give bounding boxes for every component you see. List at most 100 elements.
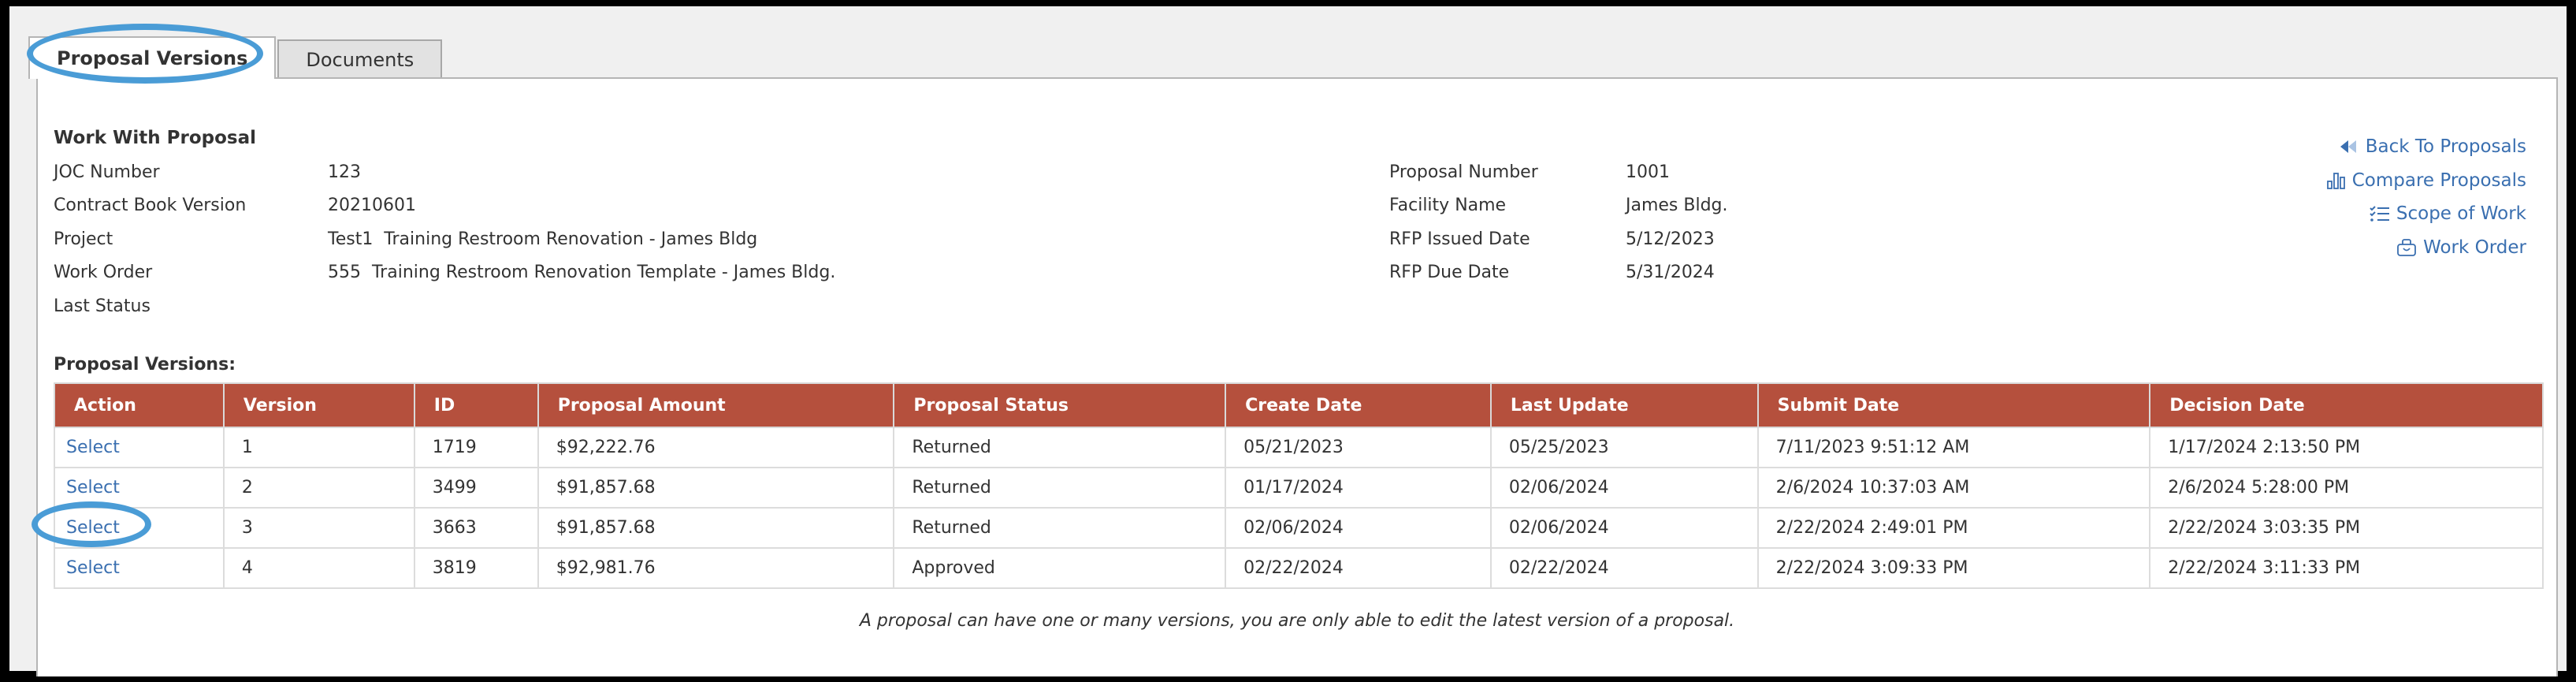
detail-label: JOC Number — [54, 162, 160, 182]
detail-label: RFP Due Date — [1389, 263, 1510, 283]
detail-label: Project — [54, 229, 113, 249]
select-link[interactable]: Select — [66, 558, 120, 578]
select-link[interactable]: Select — [66, 438, 120, 457]
detail-label: Contract Book Version — [54, 196, 247, 216]
cell-amount: $91,857.68 — [537, 467, 895, 509]
link-label: Work Order — [2423, 237, 2526, 258]
column-header-amount[interactable]: Proposal Amount — [537, 382, 895, 428]
detail-row: JOC Number 123 — [54, 155, 835, 189]
select-link[interactable]: Select — [66, 518, 120, 538]
cell-decision-date: 2/22/2024 3:11:33 PM — [2149, 547, 2544, 589]
back-rewind-icon — [2339, 139, 2359, 155]
cell-status: Returned — [893, 507, 1227, 549]
versions-table: Action Version ID Proposal Amount Propos… — [54, 382, 2544, 589]
details-right: Proposal Number 1001 Facility Name James B… — [1389, 155, 1728, 289]
table-row: Select 1 1719 $92,222.76 Returned 05/21/… — [54, 427, 2544, 468]
cell-submit-date: 2/6/2024 10:37:03 AM — [1756, 467, 2151, 509]
column-header-id[interactable]: ID — [413, 382, 539, 428]
cell-amount: $91,857.68 — [537, 507, 895, 549]
detail-row: Last Status — [54, 289, 835, 323]
cell-status: Approved — [893, 547, 1227, 589]
detail-label: Proposal Number — [1389, 162, 1538, 182]
column-header-submit-date[interactable]: Submit Date — [1756, 382, 2151, 428]
detail-row: RFP Issued Date 5/12/2023 — [1389, 222, 1728, 256]
cell-submit-date: 2/22/2024 2:49:01 PM — [1756, 507, 2151, 549]
cell-create-date: 02/06/2024 — [1225, 507, 1492, 549]
cell-submit-date: 2/22/2024 3:09:33 PM — [1756, 547, 2151, 589]
cell-submit-date: 7/11/2023 9:51:12 AM — [1756, 427, 2151, 468]
cell-id: 1719 — [413, 427, 539, 468]
detail-row: Proposal Number 1001 — [1389, 155, 1728, 189]
cell-version: 3 — [222, 507, 415, 549]
page-title: Work With Proposal — [54, 128, 256, 148]
column-header-status[interactable]: Proposal Status — [893, 382, 1227, 428]
table-row: Select 2 3499 $91,857.68 Returned 01/17/… — [54, 467, 2544, 509]
detail-label: Last Status — [54, 296, 151, 316]
column-header-version[interactable]: Version — [222, 382, 415, 428]
cell-decision-date: 2/22/2024 3:03:35 PM — [2149, 507, 2544, 549]
detail-row: RFP Due Date 5/31/2024 — [1389, 256, 1728, 290]
footnote: A proposal can have one or many versions… — [859, 611, 1735, 631]
table-row: Select 3 3663 $91,857.68 Returned 02/06/… — [54, 507, 2544, 549]
link-label: Back To Proposals — [2365, 136, 2526, 158]
cell-amount: $92,981.76 — [537, 547, 895, 589]
back-to-proposals-link[interactable]: Back To Proposals — [2327, 130, 2526, 164]
content-panel: Work With Proposal JOC Number 123 Contrac… — [36, 77, 2558, 676]
column-header-create-date[interactable]: Create Date — [1225, 382, 1492, 428]
detail-value: 1001 — [1626, 162, 1670, 182]
cell-decision-date: 2/6/2024 5:28:00 PM — [2149, 467, 2544, 509]
detail-label: Work Order — [54, 263, 153, 283]
tab-bar: Proposal Versions Documents — [28, 35, 444, 79]
detail-row: Facility Name James Bldg. — [1389, 189, 1728, 223]
detail-row: Work Order 555 Training Restroom Renovati… — [54, 256, 835, 290]
detail-value: 555 Training Restroom Renovation Templat… — [328, 263, 836, 283]
detail-value: Test1 Training Restroom Renovation - Jam… — [328, 229, 758, 249]
detail-value: 20210601 — [328, 196, 416, 216]
versions-title: Proposal Versions: — [54, 355, 236, 375]
tab-proposal-versions[interactable]: Proposal Versions — [28, 36, 277, 79]
work-order-link[interactable]: Work Order — [2327, 231, 2526, 265]
details-left: JOC Number 123 Contract Book Version 20210… — [54, 155, 835, 323]
cell-last-update: 02/06/2024 — [1489, 467, 1759, 509]
bar-chart-icon — [2326, 172, 2346, 189]
cell-id: 3819 — [413, 547, 539, 589]
cell-id: 3499 — [413, 467, 539, 509]
briefcase-icon — [2396, 238, 2417, 257]
cell-version: 2 — [222, 467, 415, 509]
select-link[interactable]: Select — [66, 478, 120, 498]
cell-id: 3663 — [413, 507, 539, 549]
cell-last-update: 05/25/2023 — [1489, 427, 1759, 468]
cell-version: 4 — [222, 547, 415, 589]
detail-label: Facility Name — [1389, 196, 1507, 216]
action-links: Back To Proposals Compare Proposals Scop… — [2326, 130, 2526, 265]
table-row: Select 4 3819 $92,981.76 Approved 02/22/… — [54, 547, 2544, 589]
cell-version: 1 — [222, 427, 415, 468]
cell-create-date: 05/21/2023 — [1225, 427, 1492, 468]
scope-of-work-link[interactable]: Scope of Work — [2327, 197, 2526, 231]
tab-documents[interactable]: Documents — [277, 39, 443, 79]
cell-create-date: 01/17/2024 — [1225, 467, 1492, 509]
link-label: Scope of Work — [2396, 203, 2526, 225]
app-window: Proposal Versions Documents Work With Pr… — [9, 6, 2567, 676]
column-header-action[interactable]: Action — [54, 382, 225, 428]
cell-last-update: 02/22/2024 — [1489, 547, 1759, 589]
cell-status: Returned — [893, 467, 1227, 509]
cell-create-date: 02/22/2024 — [1225, 547, 1492, 589]
link-label: Compare Proposals — [2351, 170, 2526, 191]
cell-last-update: 02/06/2024 — [1489, 507, 1759, 549]
column-header-last-update[interactable]: Last Update — [1489, 382, 1759, 428]
detail-row: Project Test1 Training Restroom Renovatio… — [54, 222, 835, 256]
column-header-decision-date[interactable]: Decision Date — [2149, 382, 2544, 428]
table-header-row: Action Version ID Proposal Amount Propos… — [54, 382, 2544, 428]
detail-row: Contract Book Version 20210601 — [54, 189, 835, 223]
detail-value: 5/12/2023 — [1626, 229, 1715, 249]
detail-value: 5/31/2024 — [1626, 263, 1715, 283]
detail-value: 123 — [328, 162, 361, 182]
detail-value: James Bldg. — [1626, 196, 1728, 216]
checklist-icon — [2370, 205, 2390, 222]
cell-decision-date: 1/17/2024 2:13:50 PM — [2149, 427, 2544, 468]
compare-proposals-link[interactable]: Compare Proposals — [2326, 164, 2526, 198]
detail-label: RFP Issued Date — [1389, 229, 1530, 249]
cell-status: Returned — [893, 427, 1227, 468]
cell-amount: $92,222.76 — [537, 427, 895, 468]
